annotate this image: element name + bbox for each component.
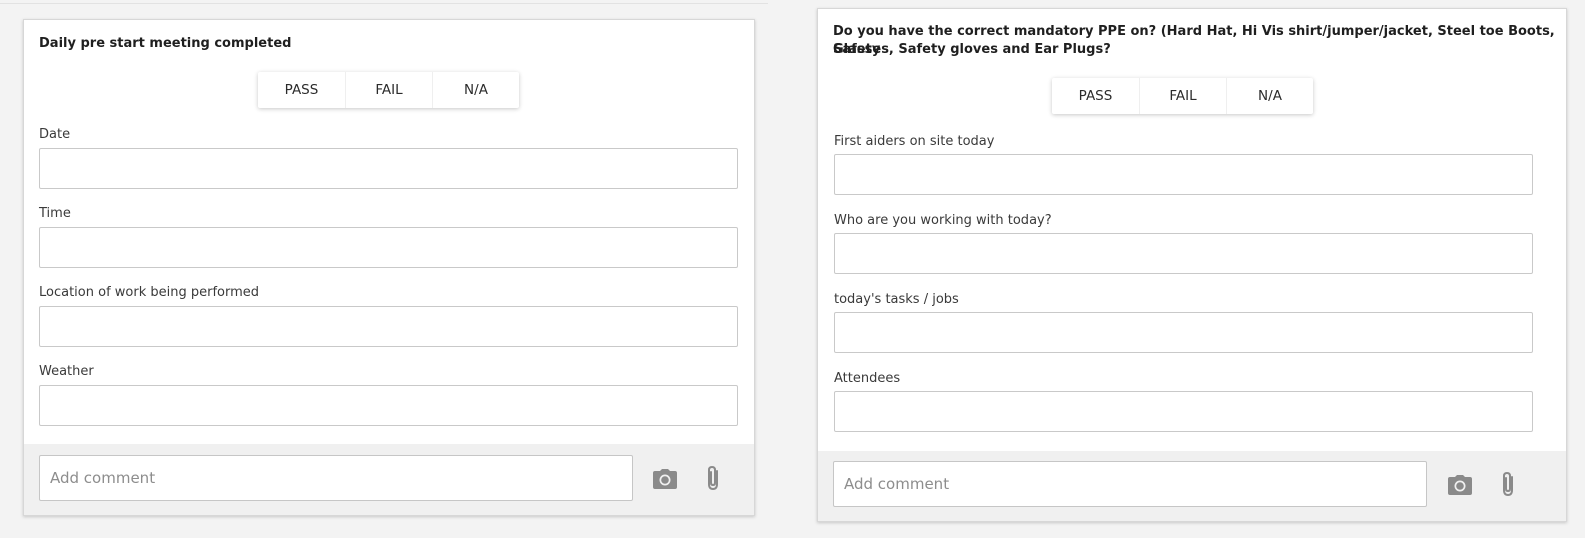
question-title: Daily pre start meeting completed [39, 36, 292, 51]
weather-field[interactable] [39, 385, 738, 426]
fail-button[interactable]: FAIL [345, 72, 432, 108]
checklist-card-daily-prestart: Daily pre start meeting completed PASS F… [23, 19, 755, 516]
comment-input[interactable] [833, 461, 1427, 507]
divider [0, 3, 768, 4]
location-label: Location of work being performed [39, 285, 260, 300]
date-label: Date [39, 127, 71, 142]
camera-icon[interactable] [651, 465, 679, 493]
question-title-line-2: Glasses, Safety gloves and Ear Plugs? [833, 42, 1111, 57]
na-button[interactable]: N/A [432, 72, 519, 108]
na-button[interactable]: N/A [1226, 78, 1313, 114]
pass-fail-na-toggle: PASS FAIL N/A [258, 72, 519, 108]
pass-button[interactable]: PASS [258, 72, 345, 108]
paperclip-icon[interactable] [1494, 470, 1522, 498]
comment-footer [818, 451, 1566, 521]
fail-button[interactable]: FAIL [1139, 78, 1226, 114]
weather-label: Weather [39, 364, 94, 379]
first-aiders-field[interactable] [834, 154, 1533, 195]
date-field[interactable] [39, 148, 738, 189]
checklist-card-ppe: Do you have the correct mandatory PPE on… [817, 8, 1567, 522]
tasks-label: today's tasks / jobs [834, 292, 959, 307]
pass-fail-na-toggle: PASS FAIL N/A [1052, 78, 1313, 114]
time-field[interactable] [39, 227, 738, 268]
time-label: Time [39, 206, 71, 221]
working-with-label: Who are you working with today? [834, 213, 1052, 228]
working-with-field[interactable] [834, 233, 1533, 274]
pass-button[interactable]: PASS [1052, 78, 1139, 114]
camera-icon[interactable] [1446, 471, 1474, 499]
paperclip-icon[interactable] [699, 464, 727, 492]
location-field[interactable] [39, 306, 738, 347]
attendees-label: Attendees [834, 371, 901, 386]
comment-input[interactable] [39, 455, 633, 501]
comment-footer [24, 444, 754, 515]
attendees-field[interactable] [834, 391, 1533, 432]
first-aiders-label: First aiders on site today [834, 134, 995, 149]
tasks-field[interactable] [834, 312, 1533, 353]
